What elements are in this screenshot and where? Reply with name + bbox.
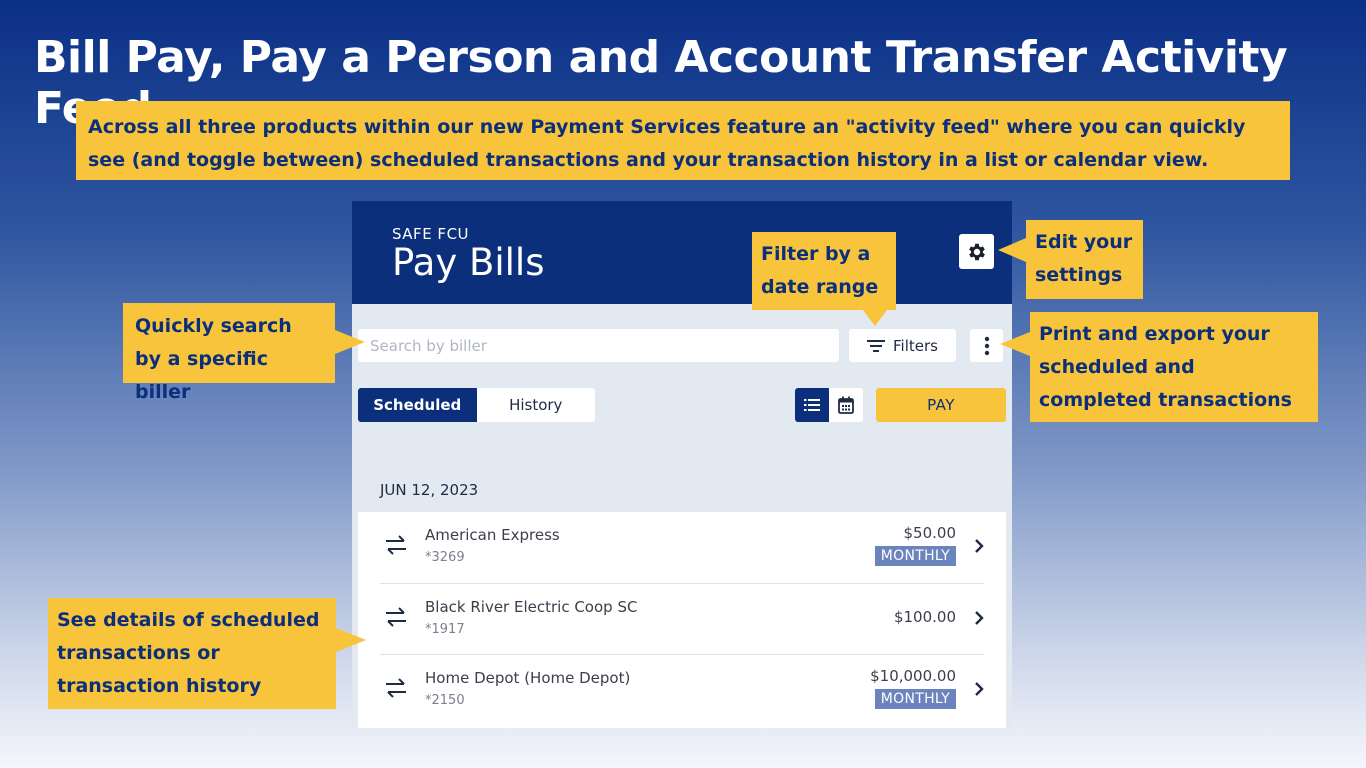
transfer-icon bbox=[386, 535, 406, 555]
page-title: Pay Bills bbox=[392, 241, 545, 284]
transaction-list: American Express *3269 $50.00 MONTHLY Bl… bbox=[358, 512, 1006, 728]
account-number: *2150 bbox=[425, 693, 465, 708]
calendar-icon bbox=[838, 396, 854, 414]
search-callout: Quickly search by a specific biller bbox=[123, 303, 335, 403]
transfer-icon bbox=[386, 607, 406, 627]
app-header: SAFE FCU Pay Bills bbox=[352, 201, 1012, 304]
filter-icon bbox=[867, 339, 886, 352]
pay-bills-panel: SAFE FCU Pay Bills Filters Scheduled His… bbox=[352, 201, 1012, 728]
more-options-button[interactable] bbox=[970, 329, 1003, 362]
intro-callout: Across all three products within our new… bbox=[76, 101, 1290, 180]
transaction-row[interactable]: Home Depot (Home Depot) *2150 $10,000.00… bbox=[380, 654, 984, 725]
account-number: *3269 bbox=[425, 550, 465, 565]
tab-scheduled[interactable]: Scheduled bbox=[358, 388, 477, 422]
list-view-button[interactable] bbox=[795, 388, 829, 422]
filters-label: Filters bbox=[893, 336, 938, 355]
transfer-icon bbox=[386, 678, 406, 698]
settings-callout: Edit your settings bbox=[1026, 220, 1143, 299]
export-callout: Print and export your scheduled and comp… bbox=[1030, 312, 1318, 422]
more-vertical-icon bbox=[984, 336, 989, 355]
export-callout-pointer bbox=[1000, 332, 1030, 356]
account-number: *1917 bbox=[425, 622, 465, 637]
frequency-badge: MONTHLY bbox=[874, 546, 956, 566]
chevron-right-icon bbox=[975, 611, 984, 625]
amount: $10,000.00 bbox=[870, 667, 956, 685]
date-group-header: JUN 12, 2023 bbox=[380, 481, 479, 499]
filters-button[interactable]: Filters bbox=[849, 329, 956, 362]
search-callout-pointer bbox=[335, 330, 365, 354]
biller-name: American Express bbox=[425, 526, 560, 544]
view-toggle bbox=[795, 388, 863, 422]
settings-callout-pointer bbox=[998, 238, 1026, 262]
details-callout-pointer bbox=[336, 628, 366, 652]
gear-icon bbox=[968, 243, 985, 260]
chevron-right-icon bbox=[975, 682, 984, 696]
amount: $100.00 bbox=[893, 608, 956, 626]
biller-name: Home Depot (Home Depot) bbox=[425, 669, 631, 687]
settings-button[interactable] bbox=[959, 234, 994, 269]
chevron-right-icon bbox=[975, 539, 984, 553]
tab-history[interactable]: History bbox=[477, 388, 596, 422]
date-range-callout-pointer bbox=[863, 310, 887, 326]
amount: $50.00 bbox=[903, 524, 957, 542]
frequency-badge: MONTHLY bbox=[874, 689, 956, 709]
details-callout: See details of scheduled transactions or… bbox=[48, 598, 336, 709]
biller-name: Black River Electric Coop SC bbox=[425, 598, 638, 616]
transaction-row[interactable]: American Express *3269 $50.00 MONTHLY bbox=[380, 512, 984, 583]
calendar-view-button[interactable] bbox=[829, 388, 863, 422]
search-input[interactable] bbox=[358, 329, 839, 362]
pay-button[interactable]: PAY bbox=[876, 388, 1006, 422]
date-range-callout: Filter by a date range bbox=[752, 232, 896, 310]
list-view-icon bbox=[804, 399, 820, 411]
scheduled-history-toggle: Scheduled History bbox=[358, 388, 595, 422]
transaction-row[interactable]: Black River Electric Coop SC *1917 $100.… bbox=[380, 583, 984, 654]
